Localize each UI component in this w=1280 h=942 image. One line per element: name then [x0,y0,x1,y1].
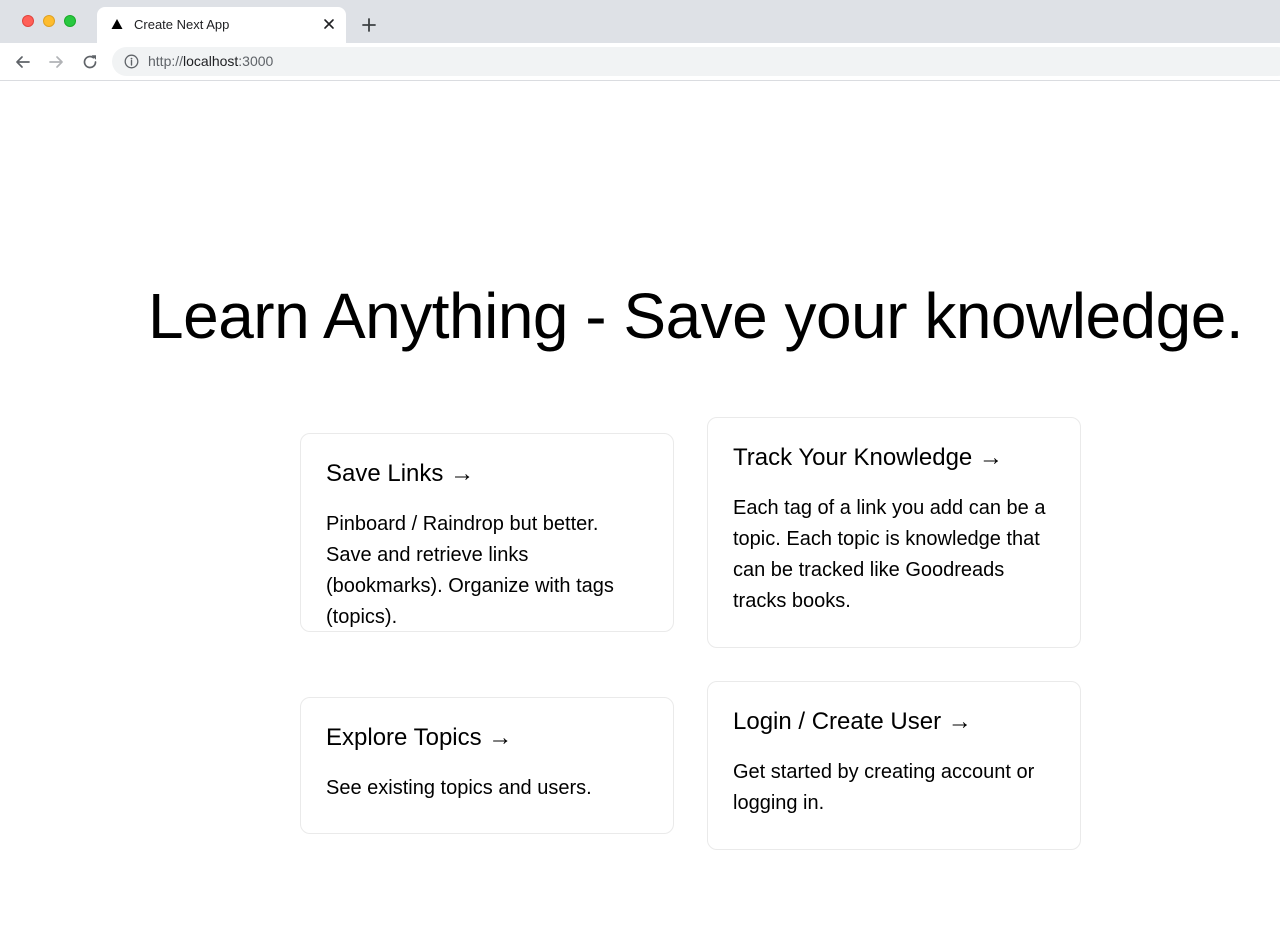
close-tab-icon[interactable] [321,16,337,32]
url-text[interactable]: http://localhost:3000 [148,53,273,69]
card-title: Explore Topics → [326,724,513,751]
tab-title: Create Next App [134,17,230,32]
info-icon[interactable] [124,54,139,69]
card-description: Get started by creating account or loggi… [733,761,1035,814]
back-arrow-icon[interactable] [13,52,33,72]
url-scheme: http:// [148,53,184,69]
url-port: :3000 [238,53,274,69]
browser-tab-strip: Create Next App [0,0,1280,43]
card-title: Login / Create User → [733,708,972,735]
save-links-card[interactable]: Save Links → Pinboard / Raindrop but bet… [300,433,674,632]
browser-tab[interactable]: Create Next App [97,7,346,43]
card-title: Save Links → [326,460,475,487]
card-description: Each tag of a link you add can be a topi… [733,497,1046,612]
maximize-window-button[interactable] [64,15,76,27]
browser-toolbar: http://localhost:3000 [0,43,1280,81]
triangle-favicon-icon [111,19,123,29]
card-description: See existing topics and users. [326,777,592,799]
minimize-window-button[interactable] [43,15,55,27]
card-title: Track Your Knowledge → [733,444,1003,471]
close-window-button[interactable] [22,15,34,27]
url-host: localhost [183,53,239,69]
explore-topics-card[interactable]: Explore Topics → See existing topics and… [300,697,674,834]
page-headline: Learn Anything - Save your knowledge. [148,280,1244,352]
track-knowledge-card[interactable]: Track Your Knowledge → Each tag of a lin… [707,417,1081,648]
forward-arrow-icon[interactable] [46,52,66,72]
new-tab-icon[interactable] [360,16,378,34]
login-create-user-card[interactable]: Login / Create User → Get started by cre… [707,681,1081,850]
address-bar[interactable]: http://localhost:3000 [112,47,1280,76]
reload-icon[interactable] [80,52,100,72]
card-description: Pinboard / Raindrop but better. Save and… [326,513,614,628]
